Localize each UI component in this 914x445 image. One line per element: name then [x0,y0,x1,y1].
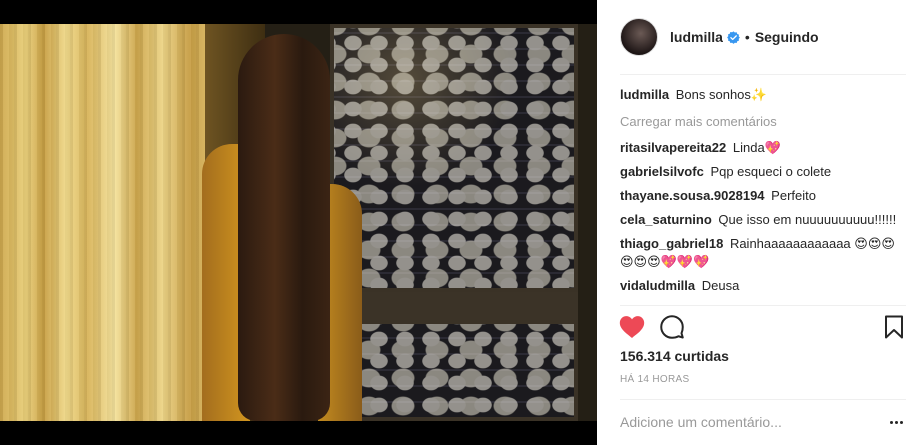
comment-text: Deusa [701,278,740,293]
comment-item: thayane.sousa.9028194 Perfeito [620,187,905,205]
comment-username[interactable]: thayane.sousa.9028194 [620,188,765,203]
more-options-icon[interactable] [886,413,906,431]
post-photo[interactable] [0,24,597,421]
caption-text: Bons sonhos✨ [675,87,768,102]
author-avatar[interactable] [620,18,658,56]
post-caption: ludmilla Bons sonhos✨ [620,86,905,104]
post-actions [618,313,908,341]
post-header: ludmilla • Seguindo [597,0,914,74]
header-divider [620,74,906,75]
like-button[interactable] [618,313,646,341]
comment-bubble-icon [660,315,684,339]
comment-item: ritasilvapereita22 Linda💖 [620,139,905,157]
comment-item: thiago_gabriel18 Rainhaaaaaaaaaaaa ⁭⁭😍😍😍… [620,235,905,271]
comment-username[interactable]: ritasilvapereita22 [620,140,726,155]
add-comment-input[interactable] [620,410,880,434]
follow-status-button[interactable]: Seguindo [755,29,819,45]
photo-curtain [0,24,220,421]
comment-text: Linda💖 [732,140,781,155]
comment-username[interactable]: thiago_gabriel18 [620,236,723,251]
comment-text: Perfeito [771,188,816,203]
post-timestamp[interactable]: HÁ 14 HORAS [620,374,689,385]
bookmark-icon [885,315,903,339]
post-media [0,0,597,445]
post-side-panel: ludmilla • Seguindo ludmilla Bons sonhos… [597,0,914,445]
verified-badge-icon [727,30,740,44]
actions-divider [620,305,906,306]
header-separator: • [744,29,750,45]
comment-username[interactable]: gabrielsilvofc [620,164,704,179]
photo-figure [198,34,368,421]
comments-list[interactable]: ludmilla Bons sonhos✨ Carregar mais come… [620,86,905,304]
comment-item: gabrielsilvofc Pqp esqueci o colete [620,163,905,181]
comment-text: Que isso em nuuuuuuuuuu!!!!!! [718,212,897,227]
comment-text: Pqp esqueci o colete [710,164,832,179]
add-comment-divider [620,399,906,400]
comment-item: cela_saturnino Que isso em nuuuuuuuuuu!!… [620,211,905,229]
load-more-comments-link[interactable]: Carregar mais comentários [620,113,905,131]
caption-username[interactable]: ludmilla [620,87,669,102]
likes-count[interactable]: 156.314 curtidas [620,348,729,364]
heart-filled-icon [619,316,645,338]
comment-username[interactable]: cela_saturnino [620,212,712,227]
save-button[interactable] [880,313,908,341]
author-username[interactable]: ludmilla [670,29,723,45]
comment-item: vidaludmilla Deusa [620,277,905,295]
comment-username[interactable]: vidaludmilla [620,278,695,293]
comment-button[interactable] [658,313,686,341]
